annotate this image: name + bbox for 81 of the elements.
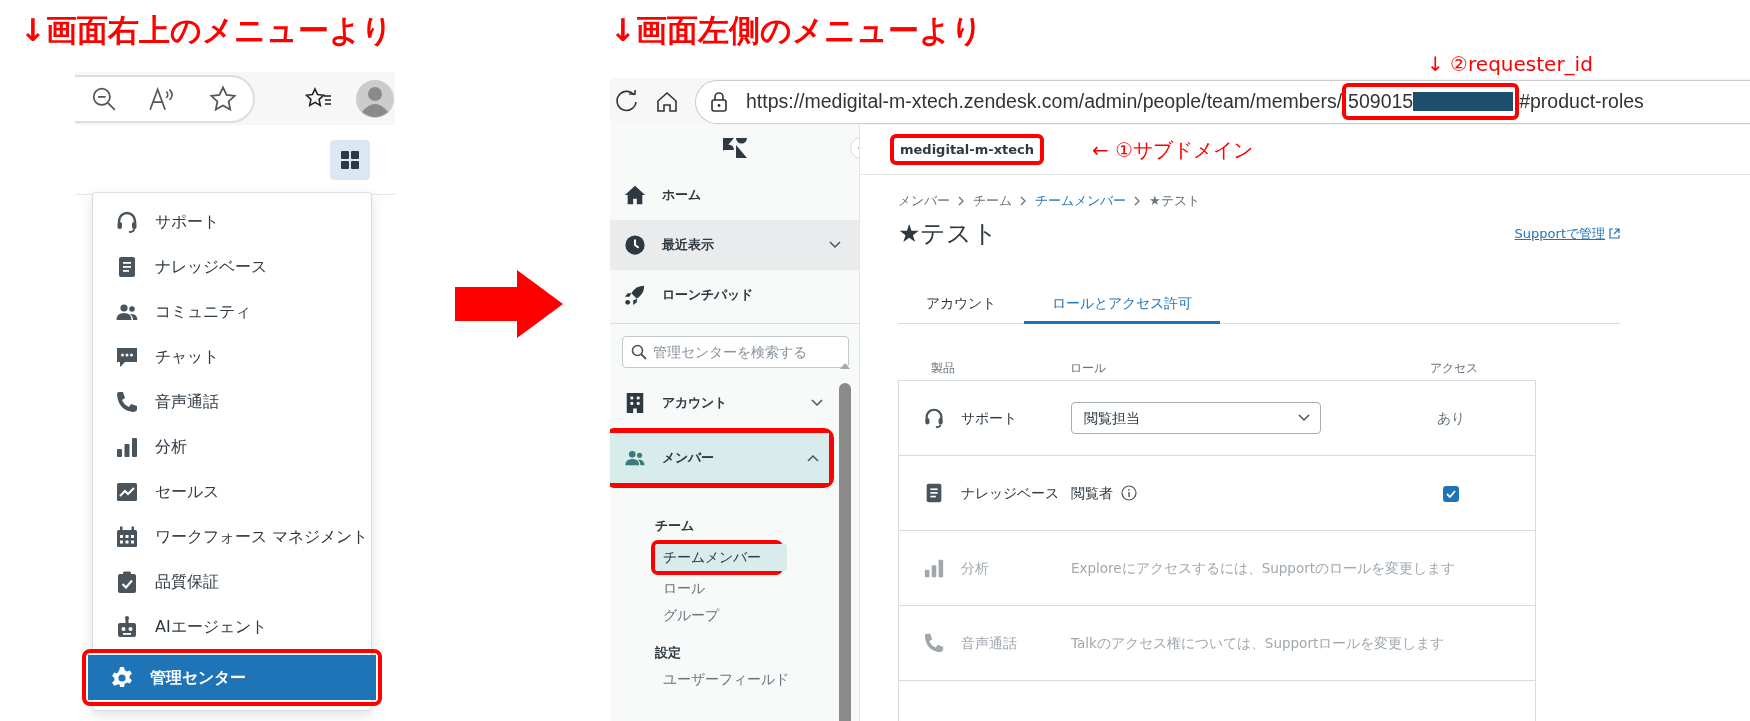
manage-link[interactable]: Supportで管理 [1514, 223, 1620, 243]
apps-button[interactable] [330, 139, 370, 180]
chevron-down-icon [1298, 414, 1310, 422]
scroll-up-icon [839, 361, 851, 370]
sidebar-link[interactable]: グループ [655, 601, 859, 629]
refresh-icon[interactable] [615, 89, 639, 114]
headset-icon [115, 209, 139, 234]
section-heading: チーム [655, 517, 695, 535]
search-field[interactable]: 管理センターを検索する [622, 336, 849, 368]
subdomain-annotation: ← ①サブドメイン [1092, 136, 1254, 164]
sidebar-item[interactable]: メンバー [610, 433, 829, 483]
heading: ↓画面右上のメニューより [20, 11, 394, 50]
url-text: #product-roles [1519, 88, 1644, 114]
lock-icon [710, 91, 728, 112]
menu-item[interactable]: 分析 [93, 424, 371, 469]
menu-item[interactable]: サポート [93, 199, 371, 244]
id-annotation: ↓ ②requester_id [1426, 51, 1593, 78]
grid-icon [340, 149, 360, 170]
sidebar-item[interactable]: ホーム [610, 170, 859, 220]
menu-item[interactable]: AIエージェント [93, 604, 371, 649]
external-link-icon [1609, 227, 1620, 239]
sidebar-item[interactable]: 最近表示 [610, 220, 859, 270]
phone-icon [115, 389, 139, 414]
product-name: サポート [961, 408, 1017, 428]
clipboard-icon [115, 569, 139, 594]
building-icon [624, 392, 646, 414]
chevron-right-icon [958, 195, 965, 206]
menu-item[interactable]: 品質保証 [93, 559, 371, 604]
calendar-icon [115, 524, 139, 549]
column-header: アクセス [1430, 360, 1478, 378]
menu-item[interactable]: セールス [93, 469, 371, 514]
menu-item[interactable]: チャット [93, 334, 371, 379]
section-heading: 設定 [655, 643, 682, 662]
menu-item[interactable]: 音声通話 [93, 379, 371, 424]
url-text: https://medigital-m-xtech.zendesk.com/admin/people/team/members/ [746, 88, 1343, 114]
home-icon[interactable] [655, 89, 679, 114]
home-icon [624, 184, 646, 206]
role-message: Talkのアクセス権については、Supportロールを変更します [1071, 633, 1445, 653]
sidebar-link[interactable]: ユーザーフィールド [655, 666, 859, 693]
role-name: 閲覧者 [1071, 483, 1113, 503]
access-status: あり [1437, 409, 1465, 426]
sidebar-item[interactable]: アカウント [610, 378, 833, 428]
sidebar-item[interactable]: ローンチパッド [610, 270, 859, 320]
role-message: Exploreにアクセスするには、Supportのロールを変更します [1071, 558, 1456, 578]
menu-item[interactable]: ワークフォース マネジメント [93, 514, 371, 559]
column-header: 製品 [930, 360, 956, 378]
logo-icon [722, 137, 747, 158]
rocket-icon [624, 284, 646, 306]
tab[interactable]: アカウント [898, 286, 1024, 324]
tab[interactable]: ロールとアクセス許可 [1024, 286, 1220, 324]
url-text: 509015 [1348, 88, 1414, 114]
product-name: ナレッジベース [961, 483, 1059, 503]
avatar-icon[interactable] [355, 78, 395, 119]
clock-icon [624, 234, 646, 256]
menu-item[interactable]: ナレッジベース [93, 244, 371, 289]
page-title: ★テスト [898, 217, 999, 250]
sidebar-link[interactable]: チームメンバー [655, 543, 787, 571]
chevron-right-icon [1020, 195, 1027, 206]
checkbox[interactable] [1443, 485, 1459, 502]
menu-item[interactable]: 管理センター [88, 655, 376, 700]
heading: ↓画面左側のメニューより [610, 11, 983, 50]
star-icon[interactable] [209, 84, 238, 113]
sidebar-link[interactable]: ロール [655, 574, 859, 602]
breadcrumb-link[interactable]: チームメンバー [1035, 191, 1126, 211]
search-icon [631, 344, 647, 360]
arrow-icon [455, 270, 563, 338]
product-name: 音声通話 [961, 633, 1017, 653]
product-name: 分析 [961, 558, 989, 578]
settings-icon [110, 665, 134, 690]
breadcrumb-item: メンバー [898, 192, 950, 210]
info-icon [1121, 485, 1137, 501]
breadcrumb-item: チーム [973, 192, 1012, 210]
address-bar[interactable]: https://medigital-m-xtech.zendesk.com/admin/people/team/members/ 509015 #product-roles [695, 79, 1750, 124]
robot-icon [115, 614, 139, 639]
breadcrumb-item: ★テスト [1149, 192, 1200, 210]
menu-item[interactable]: コミュニティ [93, 289, 371, 334]
role-select[interactable]: 閲覧担当 [1071, 402, 1321, 434]
column-header: ロール [1070, 360, 1107, 378]
chevron-right-icon [1134, 195, 1141, 206]
subdomain-label: medigital-m-xtech [890, 133, 1045, 166]
zoom-out-icon[interactable] [90, 85, 117, 112]
